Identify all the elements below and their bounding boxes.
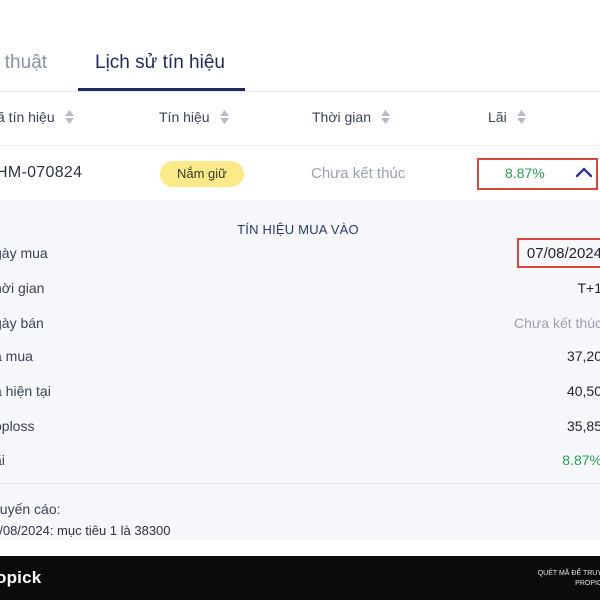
detail-label: ãi [0,452,5,468]
tab-bar: ỹ thuật Lịch sử tín hiệu [0,0,600,92]
divider [0,483,600,484]
status-badge: Nắm giữ [160,161,244,187]
qr-caption-line: PROPIC [575,580,600,587]
recommendation-text: 7/08/2024: mục tiêu 1 là 38300 [0,523,171,538]
detail-label: hời gian [0,280,45,296]
column-header-label: Thời gian [312,109,371,125]
detail-label: á hiện tại [0,383,51,399]
chevron-up-icon[interactable] [574,164,594,185]
active-tab-indicator [78,88,245,91]
qr-caption-line: QUÉT MÃ ĐỂ TRUY [537,570,600,577]
profit-value: 8.87% [505,165,545,181]
detail-row-profit: ãi 8.87% [0,452,600,487]
footer-bar: opick QUÉT MÃ ĐỂ TRUY PROPIC [0,556,600,600]
column-header-label: Lãi [488,109,507,125]
detail-row-buy-date: gày mua 07/08/2024 [0,245,600,280]
detail-row-sell-date: gày bán Chưa kết thúc [0,315,600,350]
buy-date-highlight-box [517,238,600,268]
sort-icon[interactable] [516,110,526,124]
sort-icon[interactable] [219,110,229,124]
table-header: ã tín hiệu Tín hiệu Thời gian Lãi [0,93,600,143]
detail-value: Chưa kết thúc [514,315,600,331]
tab-signal-history[interactable]: Lịch sử tín hiệu [95,52,225,74]
detail-row-current-price: á hiện tại 40,50 [0,383,600,418]
detail-value: 37,20 [566,348,600,364]
detail-label: oploss [0,418,35,434]
column-header-profit[interactable]: Lãi [488,109,526,125]
column-header-code[interactable]: ã tín hiệu [0,109,74,125]
detail-row-stoploss: oploss 35,85 [0,418,600,453]
detail-value: 35,85 [566,418,600,434]
detail-value: 8.87% [562,452,600,468]
tab-technical[interactable]: ỹ thuật [0,52,47,74]
detail-row-duration: hời gian T+1 [0,280,600,315]
sort-icon[interactable] [64,110,74,124]
detail-title: TÍN HIỆU MUA VÀO [237,222,359,237]
column-header-label: ã tín hiệu [0,109,55,125]
column-header-label: Tín hiệu [159,109,210,125]
qr-caption: QUÉT MÃ ĐỂ TRUY PROPIC [538,569,600,589]
detail-label: á mua [0,348,33,364]
column-header-signal[interactable]: Tín hiệu [159,109,229,125]
detail-label: gày mua [0,245,48,261]
detail-value: 40,50 [566,383,600,399]
detail-value: T+1 [577,280,600,296]
recommendation-label: huyến cáo: [0,501,61,517]
column-header-time[interactable]: Thời gian [312,109,390,125]
signal-detail-panel: TÍN HIỆU MUA VÀO gày mua 07/08/2024 hời … [0,200,600,540]
detail-label: gày bán [0,315,44,331]
signal-code: HM-070824 [0,164,83,181]
signal-time: Chưa kết thúc [311,165,406,182]
sort-icon[interactable] [381,110,390,124]
brand-logo: opick [0,568,42,587]
detail-row-buy-price: á mua 37,20 [0,348,600,383]
